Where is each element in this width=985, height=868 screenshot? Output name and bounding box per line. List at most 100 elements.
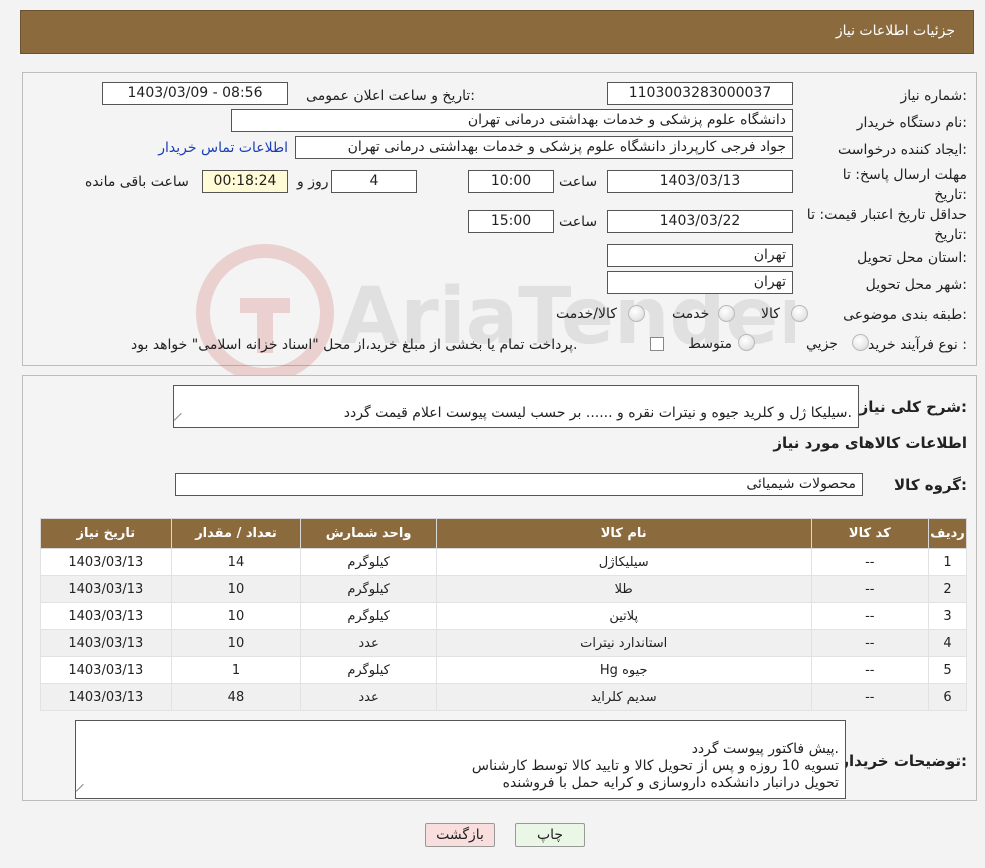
days-label: روز و: [297, 174, 329, 190]
cell-goods-code: --: [810, 629, 930, 657]
process-medium-label: متوسط: [688, 336, 732, 352]
goods-info-title: اطلاعات کالاهای مورد نیاز: [773, 434, 967, 452]
summary-label: شرح کلی نیاز:: [859, 398, 967, 416]
category-service-label: خدمت: [672, 306, 710, 322]
deadline-time-label: ساعت: [559, 174, 598, 190]
cell-goods-name: جیوه Hg: [435, 656, 812, 684]
remaining-time-field: 00:18:24: [202, 170, 288, 193]
remaining-label: ساعت باقی مانده: [85, 174, 189, 190]
category-both-label: کالا/خدمت: [556, 306, 617, 322]
cell-goods-code: --: [810, 548, 930, 576]
buyer-notes-textarea[interactable]: پیش فاکتور پیوست گردد. تسویه 10 روزه و پ…: [75, 720, 846, 799]
cell-need-date: 1403/03/13: [40, 548, 172, 576]
buyer-contact-link[interactable]: اطلاعات تماس خریدار: [158, 140, 288, 156]
cell-goods-name: پلاتین: [435, 602, 812, 630]
resize-grip-icon[interactable]: [174, 412, 189, 427]
cell-goods-code: --: [810, 575, 930, 603]
validity-date-field: 1403/03/22: [607, 210, 793, 233]
cell-row-number: 6: [928, 683, 967, 711]
validity-time-label: ساعت: [559, 214, 598, 230]
need-number-label: شماره نیاز:: [900, 88, 967, 104]
need-number-field: 1103003283000037: [607, 82, 793, 105]
treasury-checkbox[interactable]: [650, 337, 664, 351]
table-row: 5 -- جیوه Hg کیلوگرم 1 1403/03/13: [40, 656, 967, 684]
col-need-date: تاریخ نیاز: [40, 518, 172, 549]
province-field: تهران: [607, 244, 793, 267]
category-label: طبقه بندی موضوعی:: [843, 307, 967, 323]
process-minor-label: جزیي: [806, 336, 838, 352]
deadline-time-field: 10:00: [468, 170, 554, 193]
page-header: جزئیات اطلاعات نیاز: [20, 10, 974, 54]
validity-time-field: 15:00: [468, 210, 554, 233]
cell-row-number: 1: [928, 548, 967, 576]
table-row: 2 -- طلا کیلوگرم 10 1403/03/13: [40, 575, 967, 603]
table-header-row: ردیف کد کالا نام کالا واحد شمارش تعداد /…: [40, 518, 967, 549]
category-radio-service[interactable]: [718, 305, 735, 322]
announce-field: 1403/03/09 - 08:56: [102, 82, 288, 105]
cell-row-number: 2: [928, 575, 967, 603]
cell-need-date: 1403/03/13: [40, 575, 172, 603]
validity-label: حداقل تاریخ اعتبار قیمت: تا تاریخ:: [806, 207, 967, 243]
cell-quantity: 48: [170, 683, 302, 711]
cell-row-number: 5: [928, 656, 967, 684]
cell-row-number: 3: [928, 602, 967, 630]
cell-quantity: 14: [170, 548, 302, 576]
table-row: 1 -- سیلیکاژل کیلوگرم 14 1403/03/13: [40, 548, 967, 576]
col-unit: واحد شمارش: [300, 518, 437, 549]
process-radio-minor[interactable]: [852, 334, 869, 351]
buyer-org-field: دانشگاه علوم پزشکی و خدمات بهداشتی درمان…: [231, 109, 793, 132]
summary-text: سیلیکا ژل و کلرید جیوه و نیترات نقره و .…: [343, 405, 852, 421]
col-row-number: ردیف: [928, 518, 967, 549]
city-label: شهر محل تحویل:: [865, 277, 967, 293]
payment-note: پرداخت تمام یا بخشی از مبلغ خرید،از محل …: [131, 337, 578, 353]
resize-grip-icon[interactable]: [76, 783, 91, 798]
cell-need-date: 1403/03/13: [40, 683, 172, 711]
col-goods-code: کد کالا: [810, 518, 930, 549]
cell-goods-name: استاندارد نیترات: [435, 629, 812, 657]
cell-unit: کیلوگرم: [300, 575, 437, 603]
page-title: جزئیات اطلاعات نیاز: [835, 23, 955, 39]
summary-textarea[interactable]: سیلیکا ژل و کلرید جیوه و نیترات نقره و .…: [173, 385, 859, 428]
cell-goods-name: سیلیکاژل: [435, 548, 812, 576]
table-row: 4 -- استاندارد نیترات عدد 10 1403/03/13: [40, 629, 967, 657]
cell-goods-code: --: [810, 683, 930, 711]
cell-goods-code: --: [810, 656, 930, 684]
deadline-date-field: 1403/03/13: [607, 170, 793, 193]
cell-unit: عدد: [300, 629, 437, 657]
col-quantity: تعداد / مقدار: [170, 518, 302, 549]
cell-unit: عدد: [300, 683, 437, 711]
cell-row-number: 4: [928, 629, 967, 657]
buyer-notes-text: پیش فاکتور پیوست گردد. تسویه 10 روزه و پ…: [471, 741, 839, 791]
table-row: 6 -- سدیم کلراید عدد 48 1403/03/13: [40, 683, 967, 711]
print-button[interactable]: چاپ: [515, 823, 585, 847]
cell-unit: کیلوگرم: [300, 656, 437, 684]
creator-field: جواد فرجی کارپرداز دانشگاه علوم پزشکی و …: [295, 136, 793, 159]
back-button[interactable]: بازگشت: [425, 823, 495, 847]
category-radio-both[interactable]: [628, 305, 645, 322]
buyer-org-label: نام دستگاه خریدار:: [856, 115, 967, 131]
table-row: 3 -- پلاتین کیلوگرم 10 1403/03/13: [40, 602, 967, 630]
col-goods-name: نام کالا: [435, 518, 812, 549]
cell-need-date: 1403/03/13: [40, 602, 172, 630]
days-field: 4: [331, 170, 417, 193]
cell-quantity: 10: [170, 602, 302, 630]
city-field: تهران: [607, 271, 793, 294]
province-label: استان محل تحویل:: [857, 250, 967, 266]
process-radio-medium[interactable]: [738, 334, 755, 351]
category-radio-goods[interactable]: [791, 305, 808, 322]
announce-label: تاریخ و ساعت اعلان عمومی:: [306, 88, 475, 104]
goods-table: ردیف کد کالا نام کالا واحد شمارش تعداد /…: [40, 518, 967, 711]
group-label: گروه کالا:: [894, 476, 967, 494]
cell-goods-name: سدیم کلراید: [435, 683, 812, 711]
category-goods-label: کالا: [761, 306, 780, 322]
group-field: محصولات شیمیائی: [175, 473, 863, 496]
cell-goods-name: طلا: [435, 575, 812, 603]
process-label: نوع فرآیند خرید :: [868, 337, 967, 353]
creator-label: ایجاد کننده درخواست:: [838, 142, 967, 158]
cell-quantity: 10: [170, 629, 302, 657]
cell-unit: کیلوگرم: [300, 548, 437, 576]
cell-need-date: 1403/03/13: [40, 656, 172, 684]
deadline-label: مهلت ارسال پاسخ: تا تاریخ:: [842, 167, 967, 203]
buyer-notes-label: توضیحات خریدار:: [840, 752, 967, 770]
cell-goods-code: --: [810, 602, 930, 630]
